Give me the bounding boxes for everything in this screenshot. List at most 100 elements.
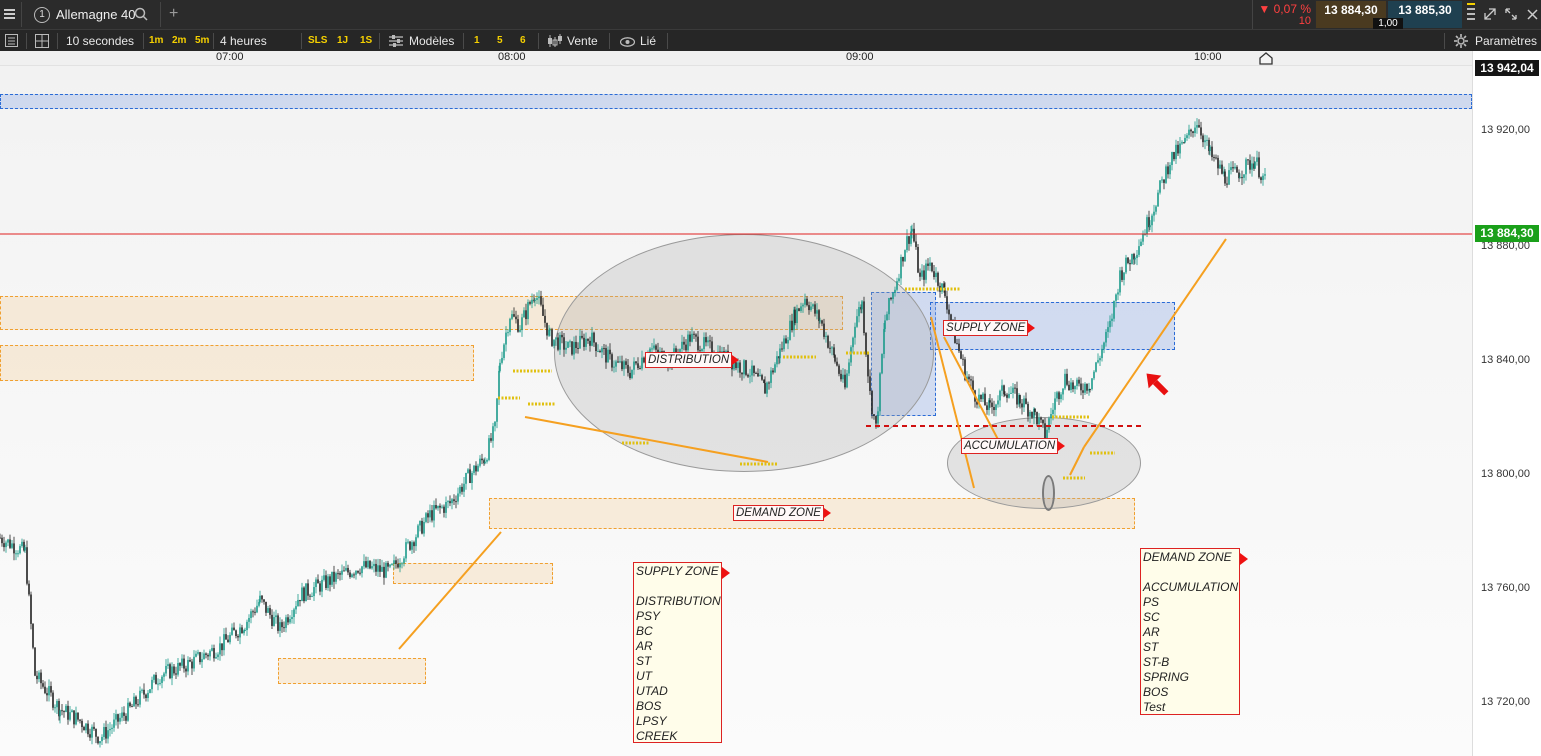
chart-toolbar: 10 secondes 1m 2m 5m 4 heures SLS 1J 1S … — [0, 29, 1541, 52]
candle-body — [157, 683, 159, 685]
candle-body — [309, 595, 311, 597]
candle-body — [451, 499, 453, 504]
trendline-2 — [524, 416, 769, 463]
candle-body — [641, 357, 643, 369]
candle-body — [571, 341, 573, 355]
candle-body — [917, 246, 919, 273]
price-axis[interactable]: 13 942,04 13 920,00 13 880,00 13 840,00 … — [1472, 51, 1541, 756]
candle-body — [929, 262, 931, 266]
candle-body — [601, 348, 603, 353]
instrument-tab[interactable]: 1 Allemagne 40 — [28, 0, 158, 29]
candle-body — [1213, 157, 1215, 159]
quick-1m-button[interactable]: 1m — [149, 30, 163, 52]
candle-body — [935, 272, 937, 277]
search-icon[interactable] — [134, 7, 148, 21]
candle-body — [910, 231, 912, 244]
candle-body — [869, 376, 871, 391]
candle-body — [413, 542, 415, 547]
candle-body — [764, 382, 766, 394]
candle-body — [1012, 387, 1014, 393]
drag-handle-icon[interactable] — [1467, 3, 1475, 25]
candle-body — [551, 329, 553, 346]
candle-body — [943, 283, 945, 289]
candle-body — [307, 583, 309, 596]
candle-body — [573, 341, 575, 355]
candle-body — [886, 314, 888, 321]
templates-button[interactable]: Modèles — [409, 30, 454, 52]
candle-body — [1093, 371, 1095, 379]
one-week-button[interactable]: 1S — [360, 30, 372, 52]
candle-body — [36, 675, 38, 680]
one-day-button[interactable]: 1J — [337, 30, 348, 52]
candle-body — [791, 320, 793, 331]
candle-body — [105, 727, 107, 739]
candle-body — [1040, 417, 1042, 420]
chart-area[interactable]: DISTRIBUTION SUPPLY ZONE ACCUMULATION DE… — [0, 51, 1472, 756]
candle-body — [1060, 394, 1062, 400]
candle-body — [219, 643, 221, 655]
price-chart-svg — [0, 118, 1472, 748]
candle-body — [431, 510, 433, 521]
candle-body — [59, 710, 61, 717]
candle-body — [751, 365, 753, 376]
candle-body — [145, 694, 147, 699]
range-selector[interactable]: 4 heures — [220, 30, 267, 52]
candle-body — [611, 354, 613, 368]
preset-5-button[interactable]: 5 — [497, 30, 503, 52]
candle-body — [599, 350, 601, 353]
candle-body — [139, 690, 141, 705]
quick-5m-button[interactable]: 5m — [195, 30, 209, 52]
candle-body — [1249, 160, 1251, 170]
candle-body — [181, 658, 183, 666]
quick-2m-button[interactable]: 2m — [172, 30, 186, 52]
price-tick-label: 13 800,00 — [1481, 468, 1530, 480]
candle-body — [776, 356, 778, 365]
candle-body — [701, 349, 703, 352]
candle-body — [365, 561, 367, 568]
candle-body — [285, 617, 287, 628]
candle-body — [888, 298, 890, 315]
linked-button[interactable]: Lié — [640, 30, 656, 52]
candle-body — [423, 521, 425, 534]
candle-body — [1010, 392, 1012, 394]
detach-icon[interactable] — [1484, 8, 1496, 23]
candle-body — [779, 348, 781, 359]
sls-button[interactable]: SLS — [308, 30, 327, 52]
candle-body — [873, 414, 875, 417]
candle-body — [840, 373, 842, 380]
candle-body — [248, 617, 250, 622]
home-icon[interactable] — [1259, 52, 1273, 68]
interval-selector[interactable]: 10 secondes — [66, 30, 134, 52]
preset-1-button[interactable]: 1 — [474, 30, 480, 52]
candle-body — [1048, 418, 1050, 430]
candle-body — [1109, 320, 1111, 328]
candle-body — [311, 596, 313, 598]
candle-body — [633, 361, 635, 370]
list-icon[interactable] — [5, 34, 18, 50]
candle-body — [353, 574, 355, 576]
hamburger-icon[interactable] — [4, 8, 15, 20]
candle-body — [607, 349, 609, 363]
settings-button[interactable]: Paramètres — [1475, 30, 1537, 52]
candle-body — [1050, 414, 1052, 419]
candle-body — [1153, 211, 1155, 216]
supply-note-line: BOS — [636, 699, 662, 713]
candle-body — [399, 563, 401, 568]
candle-body — [15, 553, 17, 555]
add-tab-icon[interactable]: + — [169, 5, 178, 23]
candle-body — [273, 617, 275, 626]
maximize-icon[interactable] — [1505, 8, 1517, 23]
gear-icon[interactable] — [1454, 34, 1468, 51]
candle-body — [329, 576, 331, 585]
close-icon[interactable] — [1527, 8, 1538, 23]
candle-body — [693, 333, 695, 335]
sell-mode-button[interactable]: Vente — [567, 30, 598, 52]
candle-body — [879, 373, 881, 412]
layout-grid-icon[interactable] — [35, 34, 49, 51]
candle-body — [50, 686, 52, 693]
candle-body — [203, 653, 205, 660]
distribution-label: DISTRIBUTION — [645, 352, 740, 368]
candle-body — [38, 672, 40, 680]
preset-6-button[interactable]: 6 — [520, 30, 526, 52]
candle-body — [111, 727, 113, 729]
